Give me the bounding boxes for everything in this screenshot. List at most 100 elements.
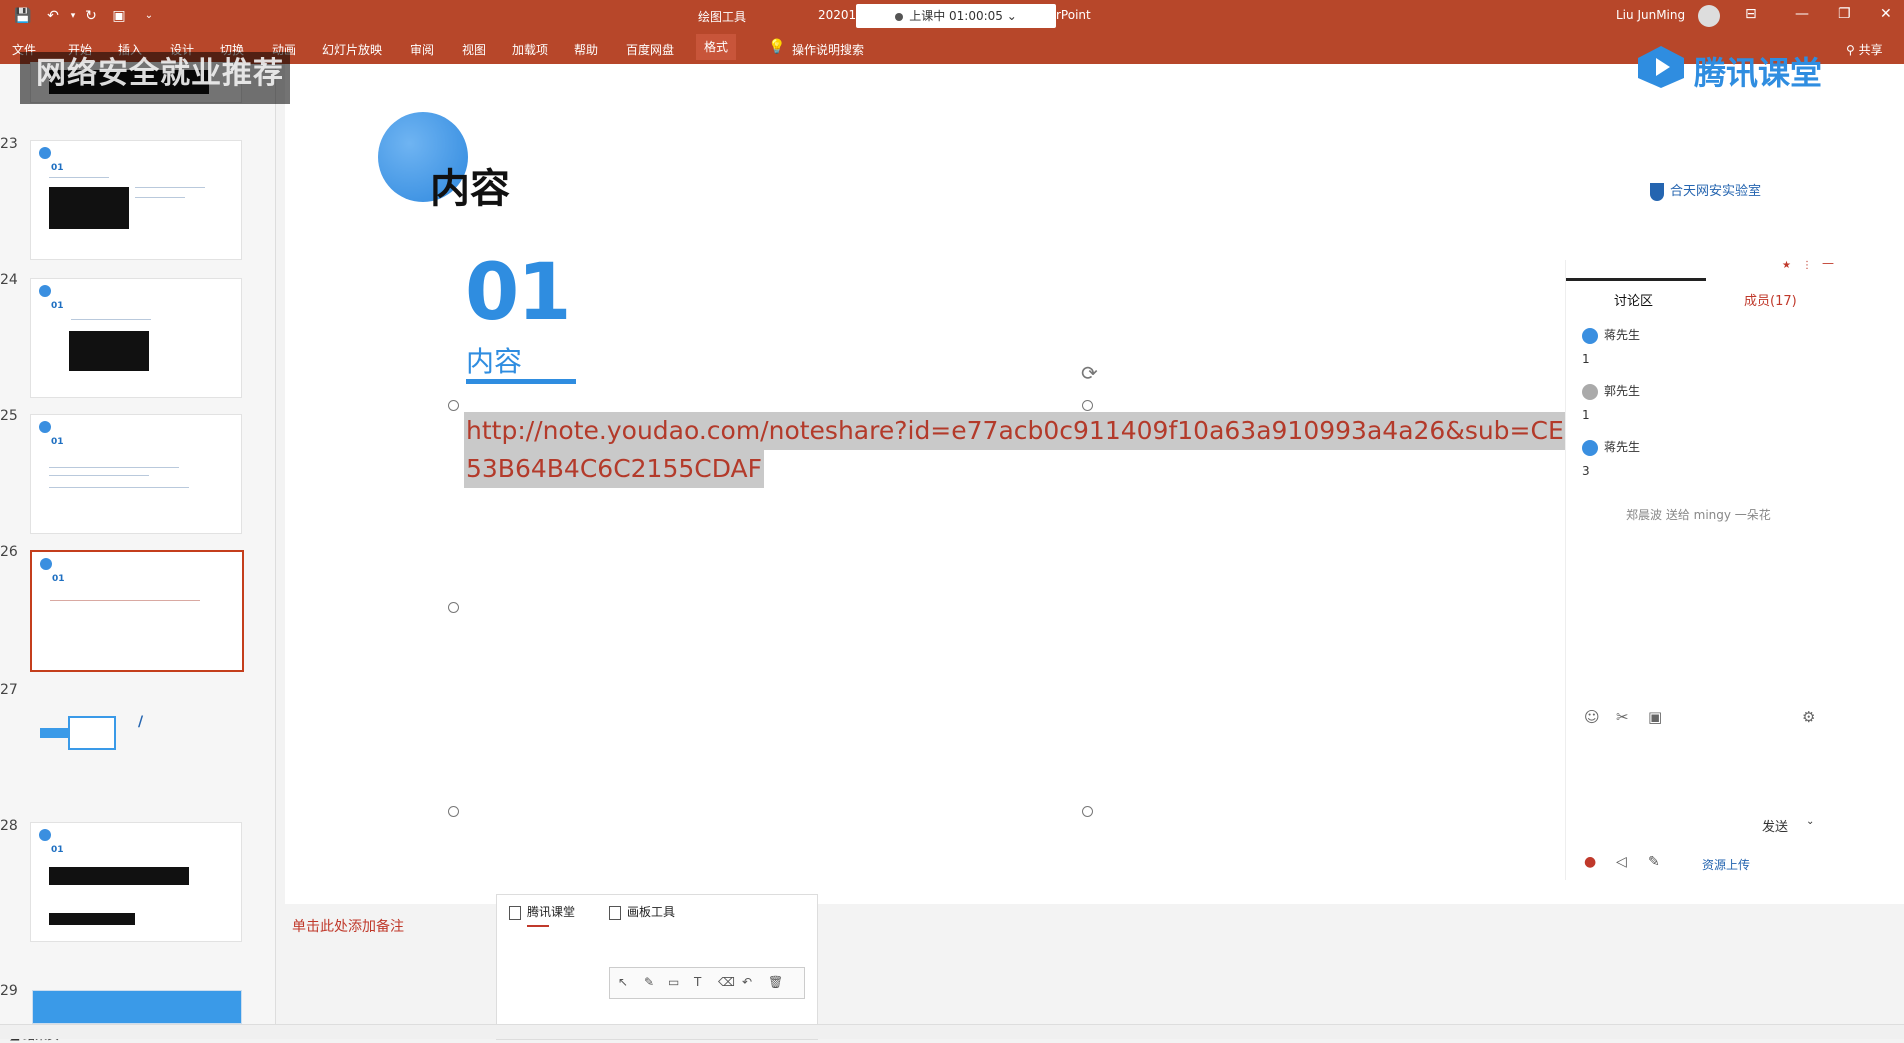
slide-thumbnail-27[interactable]: / <box>30 686 240 804</box>
active-tab-indicator <box>527 925 549 927</box>
tab-view[interactable]: 视图 <box>462 41 486 58</box>
resize-handle[interactable] <box>1082 400 1093 411</box>
url-text-line-1[interactable]: http://note.youdao.com/noteshare?id=e77a… <box>464 412 1617 450</box>
resize-handle[interactable] <box>448 806 459 817</box>
brand-text: 合天网安实验室 <box>1670 184 1762 199</box>
redo-icon[interactable]: ↻ <box>82 8 100 24</box>
section-label-text[interactable]: 内容 <box>466 340 522 380</box>
rotate-handle-icon[interactable]: ⟳ <box>1081 361 1098 385</box>
resource-upload-link[interactable]: 资源上传 <box>1702 856 1750 873</box>
customize-qat-icon[interactable]: ⌄ <box>140 8 158 24</box>
discussion-panel: ★ ⋮ — 讨论区 成员(17) 蒋先生 1 郭先生 1 蒋先生 3 郑晨波 送… <box>1565 256 1840 880</box>
ribbon-display-icon[interactable]: ⊟ <box>1745 6 1757 22</box>
tab-review[interactable]: 审阅 <box>410 41 434 58</box>
minimize-panel-icon[interactable]: — <box>1822 256 1834 270</box>
classroom-play-icon <box>1638 46 1684 88</box>
active-tab-indicator <box>1566 278 1706 281</box>
slide-thumbnail-28[interactable]: 01 <box>30 822 242 942</box>
slide-thumbnail-pane: 23 01 24 01 25 01 26 01 27 / 28 01 ◢ 结束页 <box>0 62 276 1042</box>
emoji-icon[interactable]: ☺ <box>1584 708 1600 726</box>
slide-thumbnail-24[interactable]: 01 <box>30 278 242 398</box>
close-icon[interactable]: ✕ <box>1880 6 1892 22</box>
more-icon[interactable]: ⋮ <box>1802 260 1812 271</box>
slide-thumbnail-29[interactable] <box>32 990 242 1024</box>
tab-format[interactable]: 格式 <box>696 34 737 60</box>
slide-number: 27 <box>0 682 18 698</box>
pen-icon[interactable]: ✎ <box>644 975 654 989</box>
microphone-icon[interactable]: ● <box>1584 854 1596 870</box>
notes-placeholder[interactable]: 单击此处添加备注 <box>292 916 404 936</box>
recording-timer: 上课中 01:00:05 <box>909 9 1003 23</box>
tab-tencent-classroom[interactable]: 腾讯课堂 <box>509 903 575 920</box>
section-number[interactable]: 01 <box>465 248 572 338</box>
user-name[interactable]: Liu JunMing <box>1616 8 1685 22</box>
watermark-text: 网络安全就业推荐 <box>36 56 284 91</box>
slide-number: 28 <box>0 818 18 834</box>
tencent-classroom-text: 腾讯课堂 <box>1694 54 1823 92</box>
text-icon[interactable]: T <box>694 975 701 989</box>
tab-help[interactable]: 帮助 <box>574 41 598 58</box>
window-icon <box>509 905 521 920</box>
drawing-toolbar: ↖ ✎ ▭ T ⌫ ↶ 🗑 <box>609 967 805 999</box>
minimize-icon[interactable]: — <box>1795 6 1809 22</box>
scissors-icon[interactable]: ✂ <box>1616 708 1629 726</box>
avatar <box>1582 327 1598 344</box>
from-beginning-icon[interactable]: ▣ <box>110 8 128 24</box>
chevron-down-icon: ⌄ <box>1006 9 1017 23</box>
lightbulb-icon: 💡 <box>768 39 786 55</box>
slide-thumbnail-25[interactable]: 01 <box>30 414 242 534</box>
tab-whiteboard-tools[interactable]: 画板工具 <box>609 903 675 920</box>
slide-number: 24 <box>0 272 18 288</box>
shield-icon <box>1650 182 1664 201</box>
tab-discussion[interactable]: 讨论区 <box>1614 290 1653 309</box>
rectangle-icon[interactable]: ▭ <box>668 975 679 989</box>
speaker-icon[interactable]: ◁ <box>1616 854 1627 870</box>
restore-icon[interactable]: ❐ <box>1838 6 1851 22</box>
chat-sender: 蒋先生 <box>1582 326 1640 344</box>
chat-message: 1 <box>1582 408 1590 422</box>
avatar <box>1582 383 1598 400</box>
tab-addins[interactable]: 加载项 <box>512 41 548 58</box>
send-button[interactable]: 发送 <box>1762 816 1788 835</box>
contextual-group-label: 绘图工具 <box>698 10 747 24</box>
chat-message: 1 <box>1582 352 1590 366</box>
resize-handle[interactable] <box>448 602 459 613</box>
tab-slideshow[interactable]: 幻灯片放映 <box>322 41 382 58</box>
resize-handle[interactable] <box>448 400 459 411</box>
chevron-down-icon[interactable]: ⌄ <box>1806 816 1814 827</box>
url-textbox[interactable]: http://note.youdao.com/noteshare?id=e77a… <box>464 412 1617 488</box>
resize-handle[interactable] <box>1082 806 1093 817</box>
tell-me-search[interactable]: 操作说明搜索 <box>792 41 864 58</box>
window-icon <box>609 905 621 920</box>
tab-members[interactable]: 成员(17) <box>1744 290 1797 309</box>
section-underline <box>466 379 576 384</box>
slide-thumbnail-23[interactable]: 01 <box>30 140 242 260</box>
tab-baidu[interactable]: 百度网盘 <box>626 41 674 58</box>
slide-title[interactable]: 内容 <box>430 156 510 214</box>
pen-icon[interactable]: ✎ <box>1648 854 1660 870</box>
app-name-label: rPoint <box>1056 8 1091 22</box>
slide-number: 25 <box>0 408 18 424</box>
undo-icon[interactable]: ↶ <box>742 975 752 989</box>
record-dot-icon <box>895 12 904 21</box>
url-text-line-2[interactable]: 53B64B4C6C2155CDAF <box>464 450 765 488</box>
undo-dropdown-icon[interactable]: ▾ <box>64 8 82 24</box>
trash-icon[interactable]: 🗑 <box>768 975 783 989</box>
recording-indicator[interactable]: 上课中 01:00:05 ⌄ <box>856 4 1056 28</box>
share-label: 共享 <box>1858 43 1883 57</box>
tencent-classroom-logo: 腾讯课堂 <box>1636 44 1856 94</box>
pin-icon[interactable]: ★ <box>1782 260 1791 271</box>
undo-icon[interactable]: ↶ <box>44 8 62 24</box>
title-bar: 💾 ↶ ▾ ↻ ▣ ⌄ 绘图工具 20201 上课中 01:00:05 ⌄ rP… <box>0 0 1904 32</box>
chat-message: 3 <box>1582 464 1590 478</box>
avatar[interactable] <box>1698 5 1720 27</box>
select-arrow-icon[interactable]: ↖ <box>618 975 628 989</box>
image-icon[interactable]: ▣ <box>1648 708 1662 726</box>
filename-label: 20201 <box>818 8 857 22</box>
eraser-icon[interactable]: ⌫ <box>718 975 735 989</box>
settings-icon[interactable]: ⚙ <box>1802 708 1815 726</box>
brand-logo: 合天网安实验室 <box>1650 180 1761 201</box>
save-icon[interactable]: 💾 <box>14 8 32 24</box>
avatar <box>1582 439 1598 456</box>
slide-thumbnail-26-selected[interactable]: 01 <box>30 550 244 672</box>
